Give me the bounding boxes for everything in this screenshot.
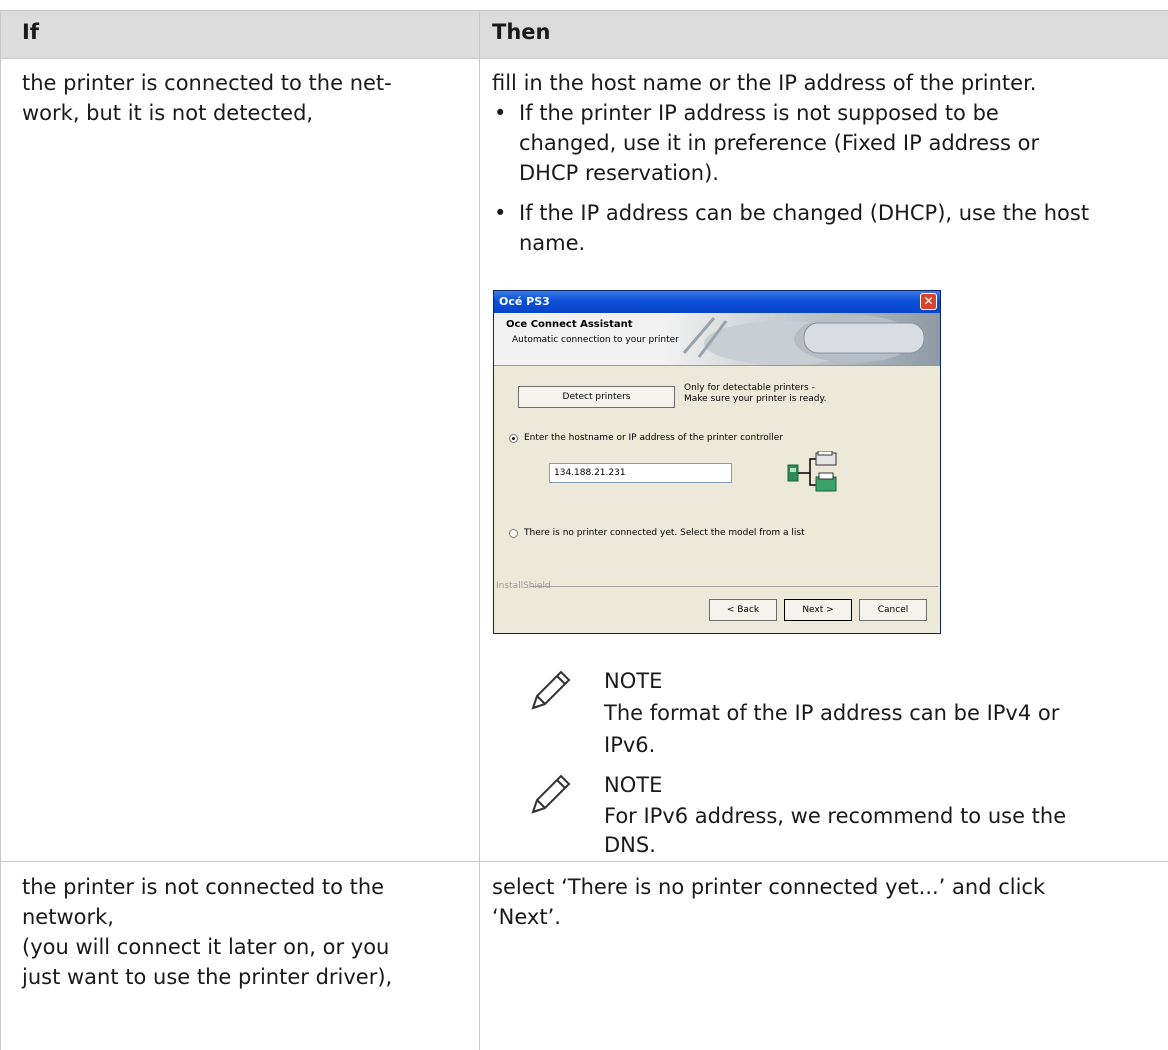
bullet1-line1: If the printer IP address is not suppose…: [519, 101, 999, 125]
grid-line: [0, 58, 1168, 59]
note2-line2: DNS.: [604, 833, 656, 857]
radio-no-printer-label: There is no printer connected yet. Selec…: [524, 528, 805, 538]
bullet1-line3: DHCP reservation).: [519, 161, 719, 185]
back-button[interactable]: < Back: [709, 599, 777, 621]
dialog-banner: Oce Connect Assistant Automatic connecti…: [494, 313, 940, 366]
row1-if-line2: work, but it is not detected,: [22, 101, 314, 125]
row1-if-line1: the printer is connected to the net-: [22, 71, 392, 95]
row2-if-line3: (you will connect it later on, or you: [22, 935, 390, 959]
bullet2-line1: If the IP address can be changed (DHCP),…: [519, 201, 1090, 225]
table-header: If Then: [0, 10, 1168, 58]
installshield-divider: [530, 586, 938, 587]
banner-subtitle: Automatic connection to your printer: [512, 335, 679, 345]
row2-if-line2: network,: [22, 905, 114, 929]
row2-if-line4: just want to use the printer driver),: [22, 965, 393, 989]
bullet2-line2: name.: [519, 231, 586, 255]
close-icon[interactable]: ✕: [920, 293, 937, 310]
connect-assistant-dialog: Océ PS3 ✕ Oce Connect Assistant Automati…: [493, 290, 941, 634]
row2-then-line2: ‘Next’.: [492, 905, 561, 929]
note2-label: NOTE: [604, 773, 663, 797]
bullet-dot: •: [494, 201, 507, 225]
radio-no-printer[interactable]: [509, 529, 518, 538]
network-printer-icon: [787, 451, 837, 492]
pencil-note-icon: [531, 774, 571, 814]
next-button[interactable]: Next >: [784, 599, 852, 621]
grid-line: [0, 10, 1168, 11]
note1-label: NOTE: [604, 669, 663, 693]
row2-if-line1: the printer is not connected to the: [22, 875, 385, 899]
bullet1-line2: changed, use it in preference (Fixed IP …: [519, 131, 1040, 155]
dialog-titlebar: Océ PS3 ✕: [494, 291, 940, 313]
row2-then-line1: select ‘There is no printer connected ye…: [492, 875, 1046, 899]
radio-hostname-label: Enter the hostname or IP address of the …: [524, 433, 784, 443]
ip-address-input[interactable]: 134.188.21.231: [549, 463, 732, 483]
header-then: Then: [492, 20, 551, 44]
if-then-table: If Then the printer is connected to the …: [0, 0, 1168, 1050]
note1-line2: IPv6.: [604, 733, 656, 757]
grid-line: [479, 10, 480, 1050]
dialog-title: Océ PS3: [499, 295, 550, 308]
cancel-button[interactable]: Cancel: [859, 599, 927, 621]
grid-line: [0, 10, 1, 1050]
detect-printers-button[interactable]: Detect printers: [518, 386, 675, 408]
banner-title: Oce Connect Assistant: [506, 319, 633, 330]
detect-hint-2: Make sure your printer is ready.: [684, 394, 827, 404]
radio-hostname[interactable]: [509, 434, 518, 443]
grid-line: [0, 861, 1168, 862]
note1-line1: The format of the IP address can be IPv4…: [604, 701, 1060, 725]
banner-printer-image: [664, 313, 940, 365]
header-if: If: [22, 20, 39, 44]
bullet-dot: •: [494, 101, 507, 125]
row1-then-intro: fill in the host name or the IP address …: [492, 71, 1037, 95]
detect-hint-1: Only for detectable printers -: [684, 383, 815, 393]
note2-line1: For IPv6 address, we recommend to use th…: [604, 804, 1067, 828]
pencil-note-icon: [531, 670, 571, 710]
